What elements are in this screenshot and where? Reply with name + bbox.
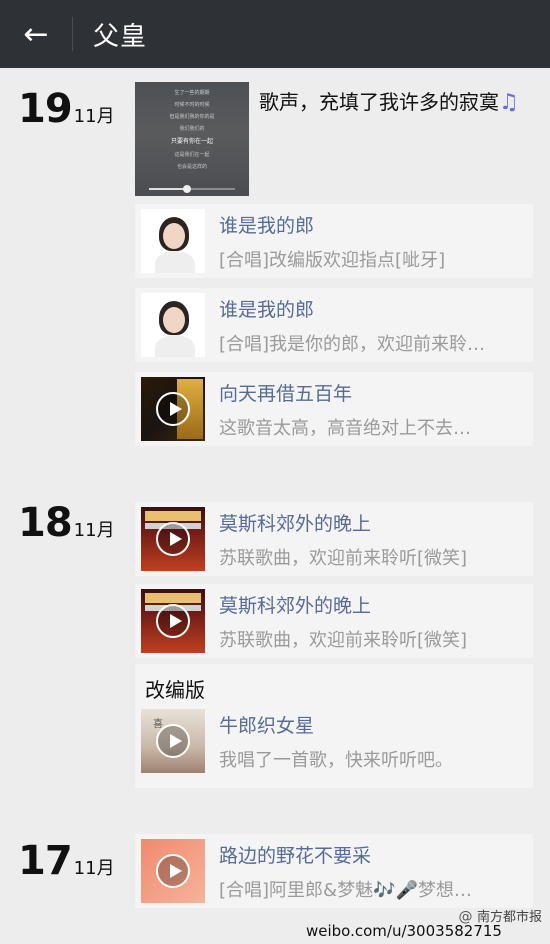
top-bar: ← 父皇 bbox=[0, 0, 550, 68]
date-label: 19 11月 bbox=[18, 86, 115, 132]
music-share-card[interactable]: 向天再借五百年 这歌音太高，高音绝对上不去… bbox=[135, 372, 533, 446]
music-share-card[interactable]: 莫斯科郊外的晚上 苏联歌曲，欢迎前来聆听[微笑] bbox=[135, 502, 533, 576]
song-title: 莫斯科郊外的晚上 bbox=[219, 512, 372, 535]
song-description: 苏联歌曲，欢迎前来聆听[微笑] bbox=[219, 547, 468, 569]
moments-timeline[interactable]: 19 11月 生了一些的期期 时候不时的时候 但是我们我的你的是 我们我们的 只要… bbox=[0, 68, 550, 944]
song-title: 路边的野花不要采 bbox=[219, 844, 372, 867]
back-button[interactable]: ← bbox=[0, 0, 72, 68]
repost-card[interactable]: 改编版 喜 牛郎织女星 我唱了一首歌，快来听听吧。 bbox=[135, 664, 533, 788]
song-title: 牛郎织女星 bbox=[219, 714, 315, 737]
progress-bar bbox=[149, 188, 235, 190]
date-month: 11月 bbox=[73, 858, 115, 879]
page-title: 父皇 bbox=[93, 21, 148, 52]
date-day: 18 bbox=[18, 500, 73, 546]
song-title: 谁是我的郎 bbox=[219, 298, 315, 321]
song-description: 苏联歌曲，欢迎前来聆听[微笑] bbox=[219, 629, 468, 651]
music-share-card[interactable]: 谁是我的郎 [合唱]我是你的郎，欢迎前来聆… bbox=[135, 288, 533, 362]
music-share-card[interactable]: 莫斯科郊外的晚上 苏联歌曲，欢迎前来聆听[微笑] bbox=[135, 584, 533, 658]
video-cover bbox=[141, 377, 205, 441]
song-description: [合唱]阿里郎&梦魅🎶🎤梦想… bbox=[219, 879, 472, 901]
music-player-screenshot[interactable]: 生了一些的期期 时候不时的时候 但是我们我的你的是 我们我们的 只要有你在一起 … bbox=[135, 82, 249, 196]
lyric-line: 我们我们的 bbox=[179, 126, 205, 132]
progress-knob bbox=[183, 185, 191, 193]
music-share-card[interactable]: 路边的野花不要采 [合唱]阿里郎&梦魅🎶🎤梦想… bbox=[135, 834, 533, 908]
video-cover bbox=[141, 507, 205, 571]
lyric-line: 生了一些的期期 bbox=[174, 90, 210, 96]
lyric-line: 时候不时的时候 bbox=[174, 102, 210, 108]
song-title: 谁是我的郎 bbox=[219, 214, 315, 237]
album-cover bbox=[141, 293, 205, 357]
video-cover bbox=[141, 589, 205, 653]
song-title: 向天再借五百年 bbox=[219, 382, 353, 405]
date-month: 11月 bbox=[73, 520, 115, 541]
date-label: 17 11月 bbox=[18, 838, 115, 884]
watermark-url: weibo.com/u/3003582715 bbox=[306, 922, 502, 940]
photo-post[interactable]: 生了一些的期期 时候不时的时候 但是我们我的你的是 我们我们的 只要有你在一起 … bbox=[135, 82, 525, 196]
music-share-card[interactable]: 谁是我的郎 [合唱]改编版欢迎指点[呲牙] bbox=[135, 204, 533, 278]
date-month: 11月 bbox=[73, 106, 115, 127]
date-day: 19 bbox=[18, 86, 73, 132]
post-text: 歌声，充填了我许多的寂寞♫ bbox=[259, 86, 519, 115]
arrow-left-icon: ← bbox=[23, 16, 49, 52]
music-note-icon: ♫ bbox=[499, 90, 519, 115]
lyric-line-current: 只要有你在一起 bbox=[170, 138, 213, 145]
play-icon[interactable] bbox=[156, 522, 190, 556]
video-cover: 喜 bbox=[141, 709, 205, 773]
lyric-line: 但是我们我的你的是 bbox=[169, 114, 215, 120]
song-title: 莫斯科郊外的晚上 bbox=[219, 594, 372, 617]
date-label: 18 11月 bbox=[18, 500, 115, 546]
video-cover bbox=[141, 839, 205, 903]
repost-text: 改编版 bbox=[145, 678, 205, 702]
song-description: [合唱]改编版欢迎指点[呲牙] bbox=[219, 249, 446, 271]
date-day: 17 bbox=[18, 838, 73, 884]
lyric-line: 这是我们在一起 bbox=[174, 152, 210, 158]
song-description: 我唱了一首歌，快来听听吧。 bbox=[219, 749, 453, 771]
music-share-card[interactable]: 喜 牛郎织女星 我唱了一首歌，快来听听吧。 bbox=[135, 704, 533, 778]
song-description: 这歌音太高，高音绝对上不去… bbox=[219, 417, 471, 439]
play-icon[interactable] bbox=[156, 724, 190, 758]
post-caption: 歌声，充填了我许多的寂寞 bbox=[259, 90, 499, 114]
play-icon[interactable] bbox=[156, 604, 190, 638]
play-icon[interactable] bbox=[156, 854, 190, 888]
header-divider bbox=[72, 17, 73, 51]
album-cover bbox=[141, 209, 205, 273]
song-description: [合唱]我是你的郎，欢迎前来聆… bbox=[219, 333, 486, 355]
play-icon[interactable] bbox=[156, 392, 190, 426]
lyric-line: 也会是这样的 bbox=[176, 164, 207, 170]
